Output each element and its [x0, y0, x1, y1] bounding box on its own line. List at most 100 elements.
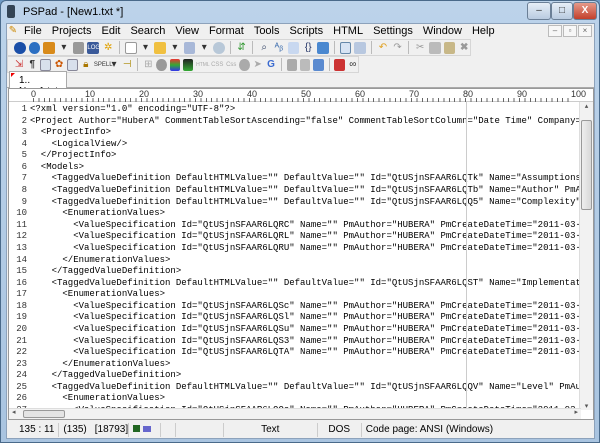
menu-edit[interactable]: Edit: [96, 25, 125, 37]
open-folder-icon[interactable]: [154, 41, 167, 54]
code-line[interactable]: 15 </TaggedValueDefinition>: [9, 266, 581, 278]
book-icon[interactable]: [317, 41, 329, 54]
code-line[interactable]: 5 </ProjectInfo>: [9, 150, 581, 162]
pin-icon[interactable]: ⊣: [122, 59, 132, 71]
undo-icon[interactable]: ↶: [377, 42, 389, 54]
send-icon[interactable]: ➤: [253, 59, 263, 71]
menu-file[interactable]: File: [19, 25, 47, 37]
maximize-button[interactable]: □: [551, 2, 573, 20]
html-icon[interactable]: HTML: [196, 59, 210, 71]
syntax-icon[interactable]: ✿: [54, 59, 64, 71]
table-icon[interactable]: [182, 58, 194, 71]
code-line[interactable]: 25 <TaggedValueDefinition DefaultHTMLVal…: [9, 382, 581, 394]
code-line[interactable]: 12 <ValueSpecification Id="QtUSjnSFAAR6L…: [9, 231, 581, 243]
mdi-restore-button[interactable]: ▫: [563, 25, 577, 37]
code-line[interactable]: 9 <TaggedValueDefinition DefaultHTMLValu…: [9, 197, 581, 209]
circle-icon[interactable]: [156, 58, 167, 71]
print-preview-icon[interactable]: [339, 41, 352, 54]
scroll-down-icon[interactable]: ▾: [580, 402, 593, 410]
code-line[interactable]: 1 <?xml version="1.0" encoding="UTF-8"?>: [9, 104, 581, 116]
menu-scripts[interactable]: Scripts: [285, 25, 329, 37]
project-icon[interactable]: [14, 41, 26, 54]
block-icon[interactable]: [67, 58, 78, 71]
code-line[interactable]: 22 <ValueSpecification Id="QtUSjnSFAAR6L…: [9, 347, 581, 359]
menu-format[interactable]: Format: [204, 25, 249, 37]
scroll-left-icon[interactable]: ◂: [12, 408, 16, 416]
gray-box-icon[interactable]: [286, 58, 298, 71]
save-icon[interactable]: [183, 41, 196, 54]
menu-html[interactable]: HTML: [328, 25, 368, 37]
insert-icon[interactable]: ⊞: [143, 59, 153, 71]
braces-icon[interactable]: {}: [302, 42, 314, 54]
code-line[interactable]: 3 <ProjectInfo>: [9, 127, 581, 139]
menu-tools[interactable]: Tools: [249, 25, 285, 37]
dropdown-icon[interactable]: ▾: [198, 42, 210, 54]
menu-help[interactable]: Help: [467, 25, 500, 37]
scroll-up-icon[interactable]: ▴: [580, 102, 593, 110]
menu-search[interactable]: Search: [125, 25, 170, 37]
pilcrow-icon[interactable]: ¶: [27, 59, 37, 71]
code-line[interactable]: 2 <Project Author="HuberA" CommentTableSo…: [9, 116, 581, 128]
print-icon[interactable]: [354, 41, 367, 54]
code-line[interactable]: 18 <ValueSpecification Id="QtUSjnSFAAR6L…: [9, 301, 581, 313]
vertical-scrollbar[interactable]: ▴ ▾: [579, 102, 593, 410]
open-project-icon[interactable]: [28, 41, 41, 54]
code-line[interactable]: 20 <ValueSpecification Id="QtUSjnSFAAR6L…: [9, 324, 581, 336]
code-line[interactable]: 19 <ValueSpecification Id="QtUSjnSFAAR6L…: [9, 312, 581, 324]
mdi-minimize-button[interactable]: –: [548, 25, 562, 37]
goto-icon[interactable]: [287, 41, 300, 54]
close-button[interactable]: X: [573, 2, 597, 20]
color-icon[interactable]: [169, 58, 180, 71]
css-tag-icon[interactable]: Css: [226, 59, 236, 71]
menu-window[interactable]: Window: [418, 25, 467, 37]
monitor-icon[interactable]: [313, 58, 324, 71]
dropdown-icon[interactable]: ▾: [169, 42, 181, 54]
vertical-scroll-thumb[interactable]: [581, 120, 592, 210]
tree-icon[interactable]: ⇵: [236, 42, 248, 54]
code-line[interactable]: 7 <TaggedValueDefinition DefaultHTMLValu…: [9, 173, 581, 185]
code-line[interactable]: 11 <ValueSpecification Id="QtUSjnSFAAR6L…: [9, 220, 581, 232]
code-line[interactable]: 4 <LogicalView/>: [9, 139, 581, 151]
code-line[interactable]: 26 <EnumerationValues>: [9, 393, 581, 405]
horizontal-scroll-thumb[interactable]: [23, 410, 65, 418]
save-project-icon[interactable]: [43, 41, 56, 54]
code-line[interactable]: 14 </EnumerationValues>: [9, 255, 581, 267]
search-icon[interactable]: ⌕: [258, 42, 270, 54]
code-line[interactable]: 8 <TaggedValueDefinition DefaultHTMLValu…: [9, 185, 581, 197]
paste-icon[interactable]: [443, 41, 456, 54]
mdi-close-button[interactable]: ×: [578, 25, 592, 37]
code-line[interactable]: 13 <ValueSpecification Id="QtUSjnSFAAR6L…: [9, 243, 581, 255]
code-line[interactable]: 17 <EnumerationValues>: [9, 289, 581, 301]
scroll-right-icon[interactable]: ▸: [574, 408, 578, 416]
record-macro-icon[interactable]: [334, 58, 345, 71]
lock-icon[interactable]: 🔒︎: [81, 59, 91, 71]
code-line[interactable]: 24 </TaggedValueDefinition>: [9, 370, 581, 382]
dropdown-icon[interactable]: ▾: [109, 59, 119, 71]
new-file-icon[interactable]: [125, 41, 137, 54]
log-icon[interactable]: LOG: [87, 41, 100, 54]
save-all-icon[interactable]: [213, 41, 225, 54]
dropdown-icon[interactable]: ▾: [58, 42, 70, 54]
redo-icon[interactable]: ↷: [392, 42, 404, 54]
glasses-icon[interactable]: ∞: [348, 59, 358, 71]
horizontal-scrollbar[interactable]: ◂ ▸: [9, 408, 581, 419]
menu-projects[interactable]: Projects: [47, 25, 97, 37]
editor[interactable]: 0 10 20 30 40 50 60 70 80 90 100 1 <?xml version="1…: [8, 88, 594, 420]
code-area[interactable]: 1 <?xml version="1.0" encoding="UTF-8"?> 2…: [9, 104, 581, 409]
menu-view[interactable]: View: [170, 25, 204, 37]
copy-icon[interactable]: [429, 41, 441, 54]
column-mode-icon[interactable]: [40, 58, 51, 71]
spell-icon[interactable]: SPELL: [94, 59, 113, 71]
validate-icon[interactable]: [239, 58, 250, 71]
minimize-button[interactable]: –: [527, 2, 551, 20]
code-line[interactable]: 21 <ValueSpecification Id="QtUSjnSFAAR6L…: [9, 336, 581, 348]
page-icon[interactable]: [300, 58, 311, 71]
menu-settings[interactable]: Settings: [368, 25, 418, 37]
wrap-icon[interactable]: ⇲: [14, 59, 24, 71]
code-line[interactable]: 10 <EnumerationValues>: [9, 208, 581, 220]
code-line[interactable]: 6 <Models>: [9, 162, 581, 174]
code-line[interactable]: 16 <TaggedValueDefinition DefaultHTMLVal…: [9, 278, 581, 290]
delete-icon[interactable]: ✖: [458, 42, 470, 54]
replace-icon[interactable]: ᴬᵦ: [273, 42, 285, 54]
close-project-icon[interactable]: [72, 41, 85, 54]
